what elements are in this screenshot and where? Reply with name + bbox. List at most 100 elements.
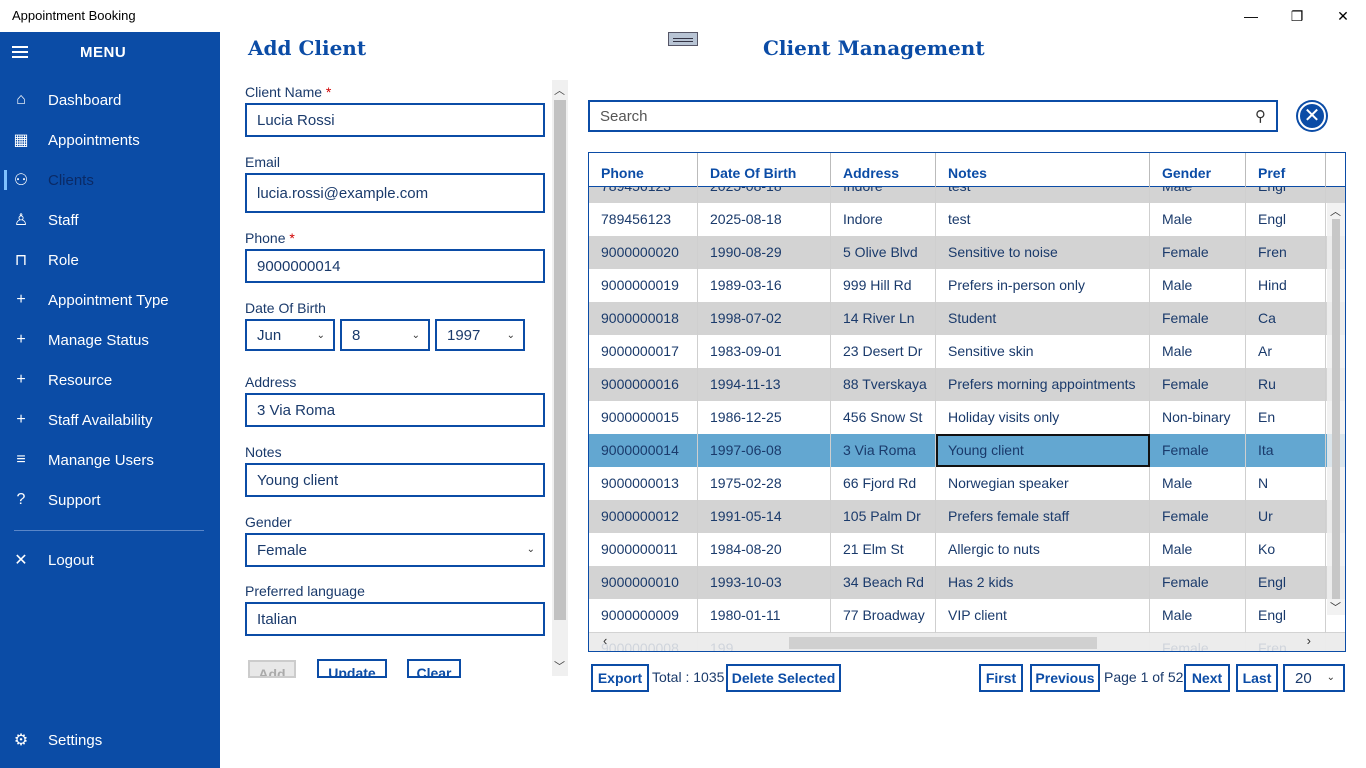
sidebar-item-label: Logout [48, 551, 94, 569]
sidebar-item-staff-availability[interactable]: + Staff Availability [0, 402, 220, 438]
scrollbar-thumb[interactable] [1332, 219, 1340, 599]
table-row[interactable]: 7894561232025-08-18IndoretestMaleEngl [589, 203, 1345, 236]
delete-selected-button[interactable]: Delete Selected [726, 664, 841, 692]
first-page-button[interactable]: First [979, 664, 1023, 692]
scroll-down-icon[interactable]: ﹀ [1330, 599, 1341, 615]
sidebar-item-clients[interactable]: ⚇ Clients [0, 162, 220, 198]
table-vertical-scrollbar[interactable]: ︿ ﹀ [1327, 203, 1345, 615]
phone-input[interactable]: 9000000014 [245, 249, 545, 283]
language-input[interactable]: Italian [245, 602, 545, 636]
scrollbar-thumb[interactable] [789, 637, 1097, 649]
table-row[interactable]: e.com90000000201990-08-295 Olive BlvdSen… [589, 236, 1345, 269]
table-row[interactable]: .com90000000161994-11-1388 TverskayaPref… [589, 368, 1345, 401]
column-header-phone[interactable]: Phone [589, 153, 698, 187]
dob-month-select[interactable]: Jun ⌄ [245, 319, 335, 351]
table-cell: 9000000009 [589, 599, 698, 632]
title-bar: Appointment Booking — ❐ ✕ [0, 0, 1366, 32]
table-cell: 1994-11-13 [698, 368, 831, 401]
column-header-address[interactable]: Address [831, 153, 936, 187]
page-size-select[interactable]: 20 ⌄ [1283, 664, 1345, 692]
table-cell: Holiday visits only [936, 401, 1150, 434]
table-row[interactable]: om90000000151986-12-25456 Snow StHoliday… [589, 401, 1345, 434]
window-title: Appointment Booking [12, 8, 136, 23]
table-row[interactable]: .com90000000191989-03-16999 Hill RdPrefe… [589, 269, 1345, 302]
table-row[interactable]: ple.com90000000171983-09-0123 Desert DrS… [589, 335, 1345, 368]
sidebar-item-appointments[interactable]: ▦ Appointments [0, 122, 220, 158]
table-cell: Female [1150, 566, 1246, 599]
table-cell: 3 Via Roma [831, 434, 936, 467]
sidebar-item-support[interactable]: ? Support [0, 482, 220, 518]
scroll-left-icon[interactable]: ‹ [603, 633, 607, 648]
table-cell: En [1246, 401, 1326, 434]
update-button[interactable]: Update [317, 659, 387, 678]
table-row[interactable]: om90000000141997-06-083 Via RomaYoung cl… [589, 434, 1345, 467]
sidebar-item-manange-users[interactable]: ≡ Manange Users [0, 442, 220, 478]
sidebar-item-logout[interactable]: ✕ Logout [0, 542, 220, 578]
plus-icon: + [16, 411, 26, 428]
sidebar-item-staff[interactable]: ♙ Staff [0, 202, 220, 238]
column-header-pref[interactable]: Pref [1246, 153, 1326, 187]
scroll-up-icon[interactable]: ︿ [1330, 203, 1341, 219]
table-cell: Male [1150, 335, 1246, 368]
scrollbar-thumb[interactable] [554, 100, 566, 620]
table-horizontal-scrollbar[interactable]: ‹ › [589, 633, 1345, 651]
sidebar-item-label: Staff [48, 211, 79, 229]
table-cell: Male [1150, 467, 1246, 500]
column-header-gender[interactable]: Gender [1150, 153, 1246, 187]
table-cell: 789456123 [589, 203, 698, 236]
table-cell: 9000000010 [589, 566, 698, 599]
close-button[interactable]: ✕ [1320, 0, 1366, 32]
table-row[interactable]: .com90000000131975-02-2866 Fjord RdNorwe… [589, 467, 1345, 500]
scroll-up-icon[interactable]: ︿ [554, 82, 565, 98]
minimize-button[interactable]: — [1228, 0, 1274, 32]
close-circle-icon[interactable]: ✕ [1298, 102, 1326, 130]
column-header-notes[interactable]: Notes [936, 153, 1150, 187]
table-row[interactable]: com90000000121991-05-14105 Palm DrPrefer… [589, 500, 1345, 533]
notes-input[interactable]: Young client [245, 463, 545, 497]
gender-select[interactable]: Female ⌄ [245, 533, 545, 567]
form-scrollbar[interactable]: ︿ ﹀ [552, 80, 568, 676]
table-row[interactable]: e.com90000000101993-10-0334 Beach RdHas … [589, 566, 1345, 599]
table-cell: 1997-06-08 [698, 434, 831, 467]
clear-button[interactable]: Clear [407, 659, 461, 678]
sidebar-item-label: Clients [48, 171, 94, 189]
search-input[interactable]: Search ⚲ [588, 100, 1278, 132]
sidebar-item-settings[interactable]: ⚙ Settings [0, 722, 220, 758]
plus-icon: + [16, 291, 26, 308]
table-cell: Ita [1246, 434, 1326, 467]
table-cell: 1998-07-02 [698, 302, 831, 335]
dob-year-select[interactable]: 1997 ⌄ [435, 319, 525, 351]
add-button[interactable]: Add [248, 660, 296, 678]
previous-page-button[interactable]: Previous [1030, 664, 1100, 692]
sidebar-item-role[interactable]: ⊓ Role [0, 242, 220, 278]
table-cell: 9000000015 [589, 401, 698, 434]
scroll-right-icon[interactable]: › [1307, 633, 1311, 648]
scroll-down-icon[interactable]: ﹀ [554, 658, 565, 674]
last-page-button[interactable]: Last [1236, 664, 1278, 692]
chevron-down-icon: ⌄ [411, 330, 420, 341]
sidebar-item-dashboard[interactable]: ⌂ Dashboard [0, 82, 220, 118]
table-cell: 1980-01-11 [698, 599, 831, 632]
sidebar-item-resource[interactable]: + Resource [0, 362, 220, 398]
table-cell: Student [936, 302, 1150, 335]
email-input[interactable]: lucia.rossi@example.com [245, 173, 545, 213]
table-cell: Engl [1246, 566, 1326, 599]
hamburger-icon[interactable] [12, 46, 28, 58]
address-input[interactable]: 3 Via Roma [245, 393, 545, 427]
table-cell: Female [1150, 434, 1246, 467]
table-row[interactable]: e.com90000000091980-01-1177 BroadwayVIP … [589, 599, 1345, 632]
table-row[interactable]: om90000000111984-08-2021 Elm StAllergic … [589, 533, 1345, 566]
maximize-button[interactable]: ❐ [1274, 0, 1320, 32]
sidebar-item-appointment-type[interactable]: + Appointment Type [0, 282, 220, 318]
column-header-date-of-birth[interactable]: Date Of Birth [698, 153, 831, 187]
export-button[interactable]: Export [591, 664, 649, 692]
dob-day-select[interactable]: 8 ⌄ [340, 319, 430, 351]
table-cell: 456 Snow St [831, 401, 936, 434]
table-row[interactable]: com90000000181998-07-0214 River LnStuden… [589, 302, 1345, 335]
table-cell: 88 Tverskaya [831, 368, 936, 401]
client-name-input[interactable]: Lucia Rossi [245, 103, 545, 137]
next-page-button[interactable]: Next [1184, 664, 1230, 692]
table-cell: 9000000013 [589, 467, 698, 500]
search-icon[interactable]: ⚲ [1255, 107, 1266, 125]
sidebar-item-manage-status[interactable]: + Manage Status [0, 322, 220, 358]
